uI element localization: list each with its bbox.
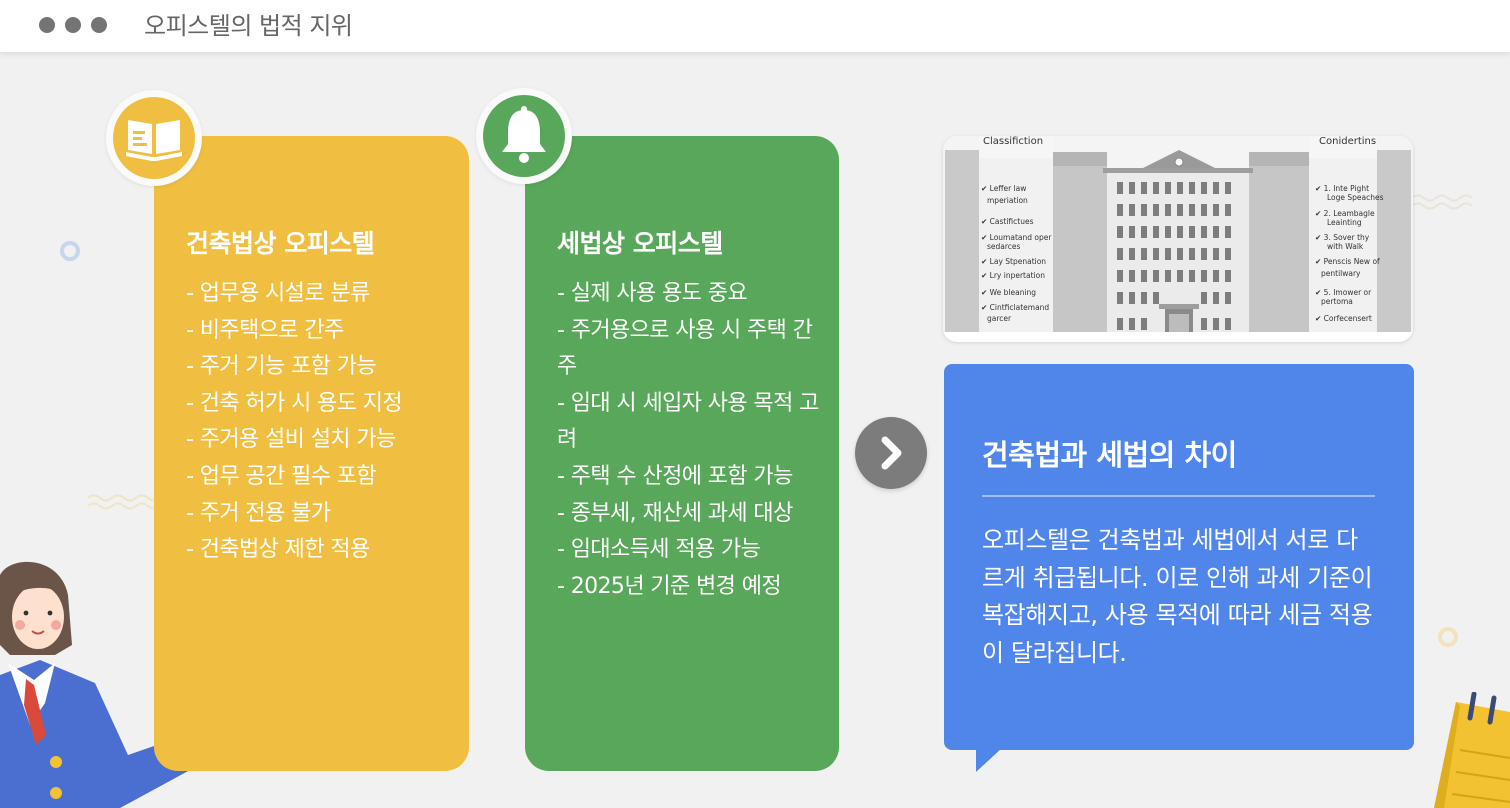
tax-law-card: 세법상 오피스텔 - 실제 사용 용도 중요 - 주거용으로 사용 시 주택 간… <box>525 136 839 771</box>
list-item: - 임대 시 세입자 사용 목적 고려 <box>557 390 819 453</box>
image-text: ✔ 2. Leambagle <box>1315 209 1375 218</box>
list-item: - 주거 전용 불가 <box>186 500 331 526</box>
image-text: ✔ 1. Inte Pight <box>1315 184 1370 193</box>
ring-decoration <box>1438 627 1458 647</box>
image-text: pertoma <box>1321 297 1353 306</box>
speech-tail <box>976 748 1002 772</box>
card-list: - 업무용 시설로 분류 - 비주택으로 간주 - 주거 기능 포함 가능 - … <box>186 276 451 569</box>
image-text: ✔ Loumatand oper <box>981 233 1052 242</box>
image-text: Loge Speaches <box>1327 193 1384 202</box>
wave-decoration <box>88 494 158 510</box>
image-text: ✔ Castifictues <box>981 217 1034 226</box>
list-item: - 주택 수 산정에 포함 가능 <box>557 463 793 489</box>
image-text: ✔ Leffer law <box>981 184 1027 193</box>
bell-icon <box>502 106 546 163</box>
notepad-illustration <box>1434 692 1510 808</box>
card-title: 세법상 오피스텔 <box>557 229 723 258</box>
building-image: Classifiction Conidertins ✔ Leffer law m… <box>943 136 1413 342</box>
chevron-right-icon <box>881 436 902 470</box>
window-dot-icon[interactable] <box>65 17 81 33</box>
image-text: pentilwary <box>1321 269 1361 278</box>
image-text: sedarces <box>987 242 1021 251</box>
list-item: - 업무 공간 필수 포함 <box>186 463 377 489</box>
image-text: ✔ Penscis New of <box>1315 257 1380 266</box>
image-text: ✔ Lay Stpenation <box>981 257 1047 266</box>
list-item: - 주거용으로 사용 시 주택 간주 <box>557 317 813 380</box>
list-item: - 비주택으로 간주 <box>186 317 344 343</box>
ring-decoration <box>60 241 80 261</box>
image-text: ✔ 3. Sover thy <box>1315 233 1370 242</box>
window-dot-icon[interactable] <box>39 17 55 33</box>
list-item: - 주거 기능 포함 가능 <box>186 354 377 380</box>
image-text: mperiation <box>987 196 1028 205</box>
summary-box: 건축법과 세법의 차이 오피스텔은 건축법과 세법에서 서로 다르게 취급됩니다… <box>944 364 1414 750</box>
card-title: 건축법상 오피스텔 <box>186 229 375 258</box>
image-left-caption: Classifiction <box>983 136 1044 147</box>
next-button[interactable] <box>855 417 927 489</box>
window-titlebar: 오피스텔의 법적 지위 <box>0 0 1510 52</box>
list-item: - 건축 허가 시 용도 지정 <box>186 390 403 416</box>
image-right-caption: Conidertins <box>1319 136 1377 147</box>
list-item: - 2025년 기준 변경 예정 <box>557 573 782 599</box>
image-text: with Walk <box>1327 242 1364 251</box>
book-icon <box>126 120 182 161</box>
list-item: - 업무용 시설로 분류 <box>186 281 370 306</box>
image-text: ✔ We bleaning <box>981 288 1037 297</box>
building-law-card: 건축법상 오피스텔 - 업무용 시설로 분류 - 비주택으로 간주 - 주거 기… <box>154 136 469 771</box>
list-item: - 종부세, 재산세 과세 대상 <box>557 500 793 526</box>
image-text: ✔ Corfecensert <box>1315 314 1372 323</box>
bell-badge <box>476 88 572 184</box>
list-item: - 건축법상 제한 적용 <box>186 537 370 563</box>
image-text: garcer <box>987 314 1012 323</box>
list-item: - 주거용 설비 설치 가능 <box>186 427 396 453</box>
window-title: 오피스텔의 법적 지위 <box>144 12 353 40</box>
book-badge <box>106 90 202 186</box>
card-list: - 실제 사용 용도 중요 - 주거용으로 사용 시 주택 간주 - 임대 시 … <box>557 276 822 605</box>
list-item: - 실제 사용 용도 중요 <box>557 281 748 306</box>
wave-decoration <box>1412 194 1473 210</box>
list-item: - 임대소득세 적용 가능 <box>557 537 761 563</box>
summary-title: 건축법과 세법의 차이 <box>982 438 1237 472</box>
image-text: Leainting <box>1327 218 1362 227</box>
divider <box>982 495 1375 497</box>
image-text: ✔ Cintficlatemand <box>981 303 1050 312</box>
image-text: ✔ 5. Imower or <box>1315 288 1372 297</box>
image-text: ✔ Lry inpertation <box>981 271 1045 280</box>
window-dot-icon[interactable] <box>91 17 107 33</box>
summary-body: 오피스텔은 건축법과 세법에서 서로 다르게 취급됩니다. 이로 인해 과세 기… <box>982 526 1373 667</box>
